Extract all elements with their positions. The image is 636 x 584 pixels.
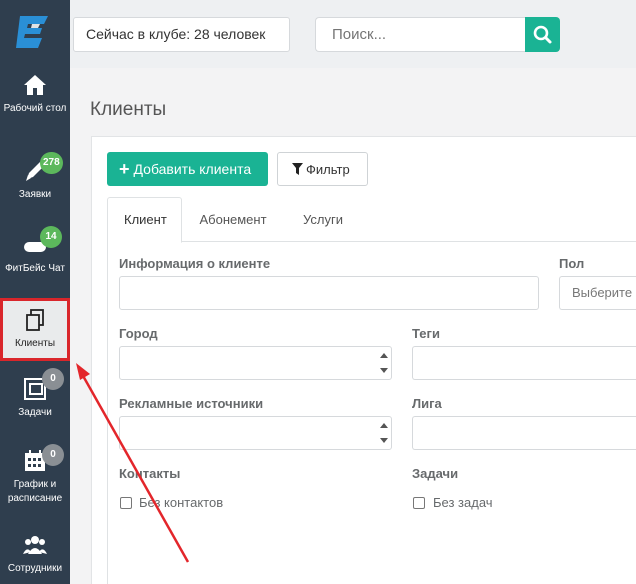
no-tasks-checkbox[interactable] (413, 497, 425, 509)
contacts-label: Контакты (119, 466, 181, 481)
sidebar-item-schedule[interactable]: График и расписание 0 (0, 444, 70, 512)
search-button[interactable] (525, 17, 560, 52)
staff-icon (23, 536, 47, 554)
no-tasks-label: Без задач (433, 495, 493, 510)
sidebar-item-label: Рабочий стол (3, 103, 67, 114)
sidebar-item-label: ФитБейс Чат (5, 263, 65, 274)
gender-select-placeholder: Выберите (572, 285, 633, 300)
sidebar-item-tasks[interactable]: Задачи 0 (0, 368, 70, 436)
sidebar-item-staff[interactable]: Сотрудники (0, 532, 70, 584)
sidebar-item-label: График и расписание (7, 479, 63, 504)
sidebar-item-label: Задачи (18, 407, 52, 418)
add-client-button[interactable]: + Добавить клиента (107, 152, 268, 186)
tab-body: Информация о клиенте Пол Выберите Город … (107, 242, 636, 584)
tab-client[interactable]: Клиент (107, 197, 182, 243)
league-input[interactable] (412, 416, 636, 450)
schedule-badge: 0 (42, 444, 64, 466)
sidebar-item-label: Заявки (18, 189, 52, 200)
client-info-label: Информация о клиенте (119, 256, 271, 271)
home-icon (24, 75, 46, 95)
sidebar-item-clients[interactable]: Клиенты (0, 298, 70, 361)
spinner-arrows-icon[interactable] (379, 420, 389, 446)
no-contacts-checkbox[interactable] (120, 497, 132, 509)
tab-services[interactable]: Услуги (283, 197, 363, 242)
client-info-input[interactable] (119, 276, 539, 310)
fitbase-logo-icon[interactable] (14, 12, 54, 52)
page-title: Клиенты (90, 99, 167, 120)
clients-icon (26, 309, 44, 331)
sidebar-item-requests[interactable]: Заявки 278 (0, 152, 70, 218)
sidebar-item-label: Клиенты (14, 338, 56, 349)
clients-panel: + Добавить клиента Фильтр Клиент Абонемен… (91, 136, 636, 584)
spinner-arrows-icon[interactable] (379, 350, 389, 376)
tags-label: Теги (412, 326, 440, 341)
tab-subscription[interactable]: Абонемент (183, 197, 283, 242)
sidebar-item-chat[interactable]: ФитБейс Чат 14 (0, 226, 70, 292)
gender-select[interactable]: Выберите (559, 276, 636, 310)
filter-icon (292, 162, 303, 175)
sidebar: Рабочий стол Заявки 278 ФитБейс Чат 14 К… (0, 0, 70, 584)
league-label: Лига (412, 396, 442, 411)
city-label: Город (119, 326, 158, 341)
sidebar-item-dashboard[interactable]: Рабочий стол (0, 72, 70, 144)
tabs: Клиент Абонемент Услуги (107, 197, 636, 243)
tags-input[interactable] (412, 346, 636, 380)
plus-icon: + (119, 158, 130, 179)
main-content: Клиенты + Добавить клиента Фильтр Клиент … (70, 68, 636, 584)
topbar: Сейчас в клубе: 28 человек (70, 0, 636, 68)
ad-sources-label: Рекламные источники (119, 396, 264, 411)
ad-sources-input[interactable] (119, 416, 392, 450)
filter-label: Фильтр (306, 161, 350, 177)
add-client-label: Добавить клиента (133, 160, 252, 177)
search-input[interactable] (315, 17, 527, 52)
club-status: Сейчас в клубе: 28 человек (73, 17, 290, 52)
gender-label: Пол (559, 256, 585, 271)
search-icon (533, 25, 552, 44)
city-input[interactable] (119, 346, 392, 380)
filter-button[interactable]: Фильтр (277, 152, 368, 186)
sidebar-item-label: Сотрудники (7, 563, 63, 574)
requests-badge: 278 (40, 152, 63, 174)
tasks-badge: 0 (42, 368, 64, 390)
no-contacts-label: Без контактов (139, 495, 224, 510)
chat-badge: 14 (40, 226, 62, 248)
tasks-label: Задачи (412, 466, 459, 481)
